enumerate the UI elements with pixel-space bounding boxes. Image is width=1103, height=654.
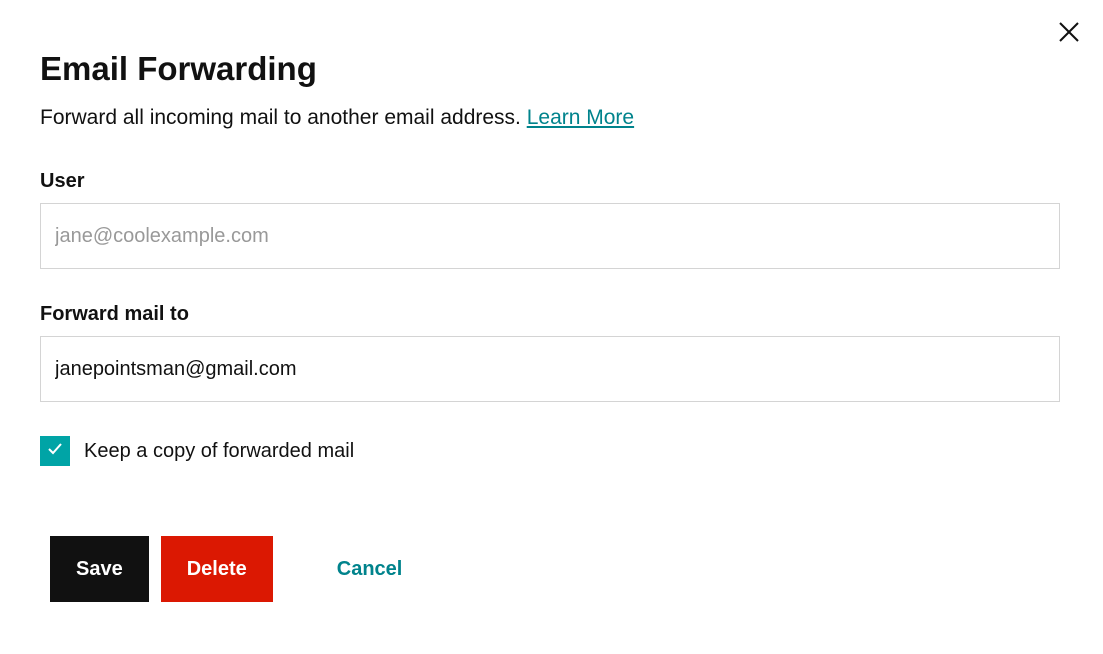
- delete-button[interactable]: Delete: [161, 536, 273, 602]
- user-label: User: [40, 170, 1063, 193]
- cancel-button[interactable]: Cancel: [311, 536, 429, 602]
- forward-to-label: Forward mail to: [40, 303, 1063, 326]
- user-input[interactable]: [40, 203, 1060, 269]
- keep-copy-label: Keep a copy of forwarded mail: [84, 440, 354, 463]
- dialog-description: Forward all incoming mail to another ema…: [40, 106, 1063, 130]
- user-field-group: User: [40, 170, 1063, 269]
- forward-to-field-group: Forward mail to: [40, 303, 1063, 402]
- keep-copy-row: Keep a copy of forwarded mail: [40, 436, 1063, 466]
- close-button[interactable]: [1055, 20, 1083, 48]
- dialog-content: Email Forwarding Forward all incoming ma…: [0, 0, 1103, 642]
- button-row: Save Delete Cancel: [40, 536, 1063, 602]
- description-text: Forward all incoming mail to another ema…: [40, 106, 527, 129]
- forward-to-input[interactable]: [40, 336, 1060, 402]
- save-button[interactable]: Save: [50, 536, 149, 602]
- checkmark-icon: [45, 439, 65, 464]
- close-icon: [1058, 21, 1080, 48]
- dialog-title: Email Forwarding: [40, 50, 1063, 88]
- learn-more-link[interactable]: Learn More: [527, 106, 634, 129]
- keep-copy-checkbox[interactable]: [40, 436, 70, 466]
